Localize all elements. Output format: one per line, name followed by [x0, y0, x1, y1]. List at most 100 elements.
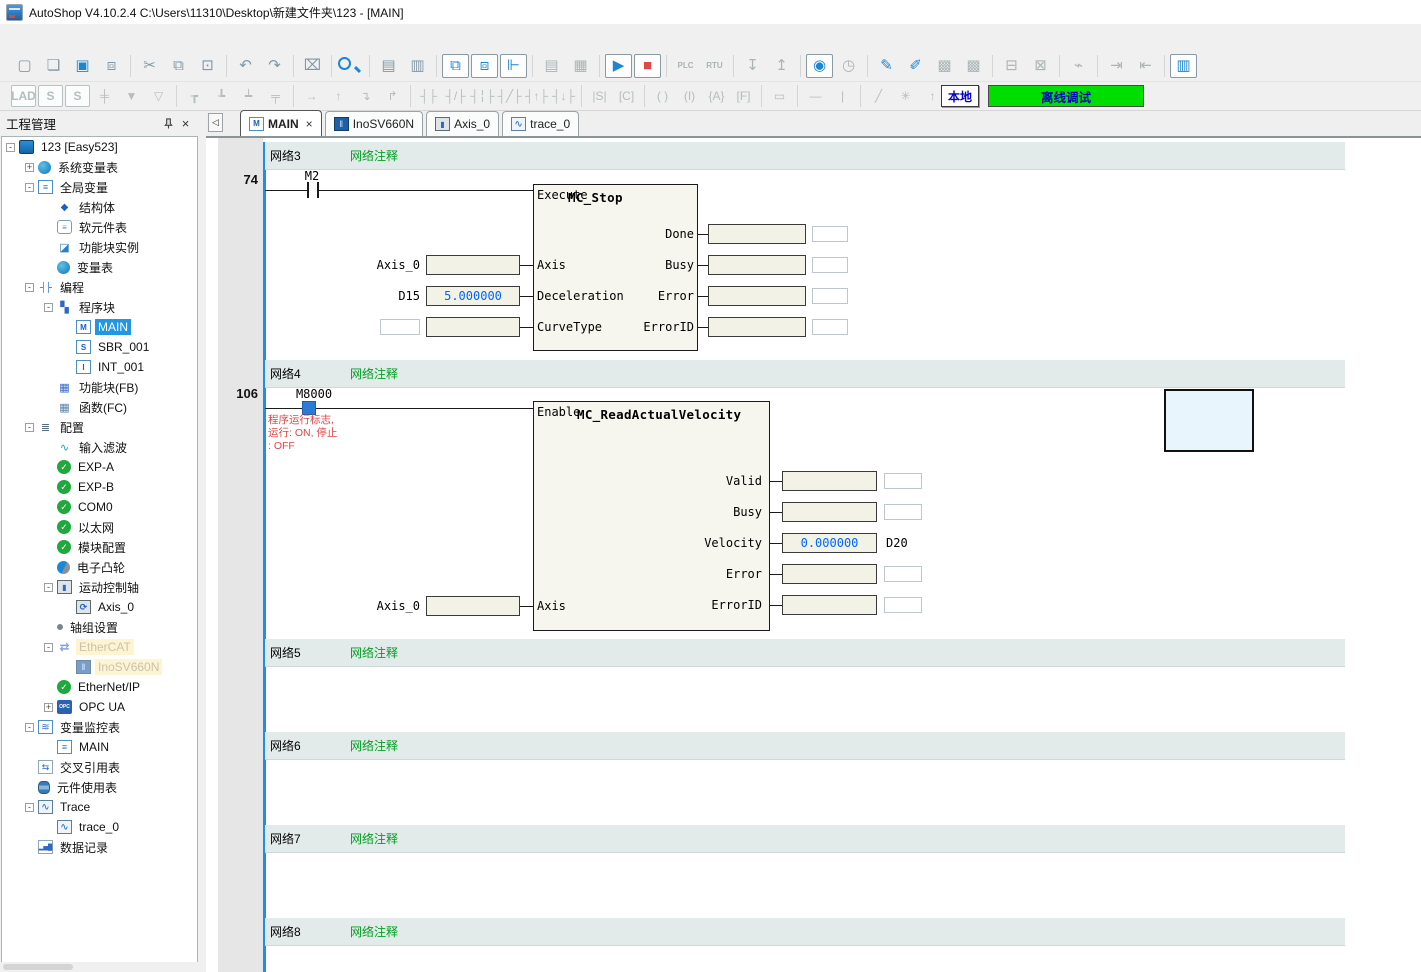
copy[interactable]: ⧉ [165, 54, 192, 78]
coil-out[interactable]: ( ) [650, 85, 675, 107]
wire-up-right[interactable]: ↱ [380, 85, 405, 107]
tree-item[interactable]: - 配置 [2, 417, 197, 437]
network4-header[interactable]: 网络4 网络注释 [265, 360, 1345, 388]
editor-tab[interactable]: Axis_0 [426, 111, 499, 136]
tree-expander-icon[interactable]: - [44, 583, 53, 592]
menu-item[interactable] [82, 34, 100, 40]
tree-expander-icon[interactable]: + [25, 163, 34, 172]
branch-close[interactable]: ┺ [209, 85, 234, 107]
tree-item[interactable]: 输入滤波 [2, 437, 197, 457]
online-edit[interactable]: ✎ [873, 54, 900, 78]
stop[interactable]: ■ [634, 54, 661, 78]
tree-expander-icon[interactable]: + [44, 703, 53, 712]
wire-right[interactable]: → [299, 85, 324, 107]
tree-item[interactable]: 数据记录 [2, 837, 197, 857]
tree-item[interactable]: EXP-B [2, 477, 197, 497]
network8-header[interactable]: 网络8 网络注释 [265, 918, 1345, 946]
tree-item[interactable]: EtherNet/IP [2, 677, 197, 697]
tree-expander-icon[interactable]: - [25, 723, 34, 732]
monitor[interactable]: ◉ [806, 54, 833, 78]
tree-expander-icon[interactable] [44, 523, 53, 532]
empty-selection-block[interactable] [1164, 389, 1254, 452]
branch-merge[interactable]: ┷ [236, 85, 261, 107]
tree-item[interactable]: 变量表 [2, 257, 197, 277]
network-comment[interactable]: 网络注释 [350, 830, 398, 847]
tree-expander-icon[interactable] [44, 483, 53, 492]
insert-row[interactable]: ⊟ [998, 54, 1025, 78]
contact-rising[interactable]: ┤↑├ [524, 85, 549, 107]
tree-expander-icon[interactable] [63, 603, 72, 612]
delete[interactable]: ⌧ [299, 54, 326, 78]
network-comment[interactable]: 网络注释 [350, 365, 398, 382]
tree-expander-icon[interactable] [44, 623, 53, 632]
output-operand-box[interactable] [708, 286, 806, 306]
insert-network-below[interactable]: ▽ [146, 85, 171, 107]
network-comment[interactable]: 网络注释 [350, 737, 398, 754]
tree-item[interactable]: 软元件表 [2, 217, 197, 237]
pin-icon[interactable] [160, 115, 177, 132]
contact-parallel-nc[interactable]: ┤╱├ [497, 85, 522, 107]
tree-item[interactable]: - 编程 [2, 277, 197, 297]
contact-bar[interactable] [307, 182, 309, 198]
tree-expander-icon[interactable] [44, 503, 53, 512]
tree-item[interactable]: 结构体 [2, 197, 197, 217]
rtu[interactable]: RTU [701, 54, 728, 78]
run[interactable]: ▶ [605, 54, 632, 78]
ladder-symbols[interactable]: ⊩ [500, 54, 527, 78]
page-compare[interactable]: ▦ [567, 54, 594, 78]
compile-matrix[interactable]: ▩ [931, 54, 958, 78]
tree-expander-icon[interactable] [44, 263, 53, 272]
menu-item[interactable] [10, 34, 28, 40]
contact-nc[interactable]: ┤/├ [443, 85, 468, 107]
network3-header[interactable]: 网络3 网络注释 [265, 142, 1345, 170]
tree-item[interactable]: 交叉引用表 [2, 757, 197, 777]
output-operand-box[interactable] [708, 224, 806, 244]
output-operand-box[interactable] [782, 564, 877, 584]
output-operand-box[interactable] [782, 471, 877, 491]
menu-item[interactable] [136, 34, 154, 40]
input-value-box[interactable] [426, 596, 520, 616]
tree-item[interactable]: - Trace [2, 797, 197, 817]
tree-expander-icon[interactable]: - [25, 283, 34, 292]
tree-expander-icon[interactable] [44, 243, 53, 252]
insert-network[interactable]: ╪ [92, 85, 117, 107]
online-write[interactable]: ✐ [902, 54, 929, 78]
tree-expander-icon[interactable] [25, 843, 34, 852]
branch-split[interactable]: ╤ [263, 85, 288, 107]
tree-item[interactable]: 元件使用表 [2, 777, 197, 797]
tree-expander-icon[interactable] [44, 403, 53, 412]
output-comment-box[interactable] [884, 597, 922, 613]
output-operand-box[interactable] [782, 502, 877, 522]
tree-expander-icon[interactable] [63, 323, 72, 332]
save-all[interactable]: ⧈ [98, 54, 125, 78]
wire-down-right[interactable]: ↴ [353, 85, 378, 107]
tree-expander-icon[interactable] [44, 683, 53, 692]
input-value-box[interactable] [426, 255, 520, 275]
tree-item[interactable]: MAIN [2, 317, 197, 337]
output-comment-box[interactable] [884, 504, 922, 520]
tree-item[interactable]: - 程序块 [2, 297, 197, 317]
tree-item[interactable]: 功能块实例 [2, 237, 197, 257]
tree-expander-icon[interactable]: - [6, 143, 15, 152]
output-operand-box[interactable] [782, 595, 877, 615]
tree-expander-icon[interactable]: - [25, 423, 34, 432]
network7-header[interactable]: 网络7 网络注释 [265, 825, 1345, 853]
network5-header[interactable]: 网络5 网络注释 [265, 639, 1345, 667]
tree-item[interactable]: - EtherCAT [2, 637, 197, 657]
menu-item[interactable] [118, 34, 136, 40]
editor-tab[interactable]: InoSV660N [325, 111, 423, 136]
menu-item[interactable] [28, 34, 46, 40]
tree-expander-icon[interactable] [63, 343, 72, 352]
input-value-box[interactable] [426, 317, 520, 337]
print-setup[interactable]: ▥ [404, 54, 431, 78]
input-operand-label[interactable]: Axis_0 [340, 598, 420, 614]
input-operand-label[interactable]: D15 [340, 288, 420, 304]
sfc-step2[interactable]: S [65, 85, 90, 107]
print-preview[interactable]: ▤ [375, 54, 402, 78]
vline[interactable]: | [830, 85, 855, 107]
tab-close-icon[interactable]: × [306, 117, 313, 131]
contact-no[interactable]: ┤├ [416, 85, 441, 107]
login[interactable]: ⇥ [1103, 54, 1130, 78]
line-delete[interactable]: ╱ [866, 85, 891, 107]
tree-item[interactable]: 功能块(FB) [2, 377, 197, 397]
